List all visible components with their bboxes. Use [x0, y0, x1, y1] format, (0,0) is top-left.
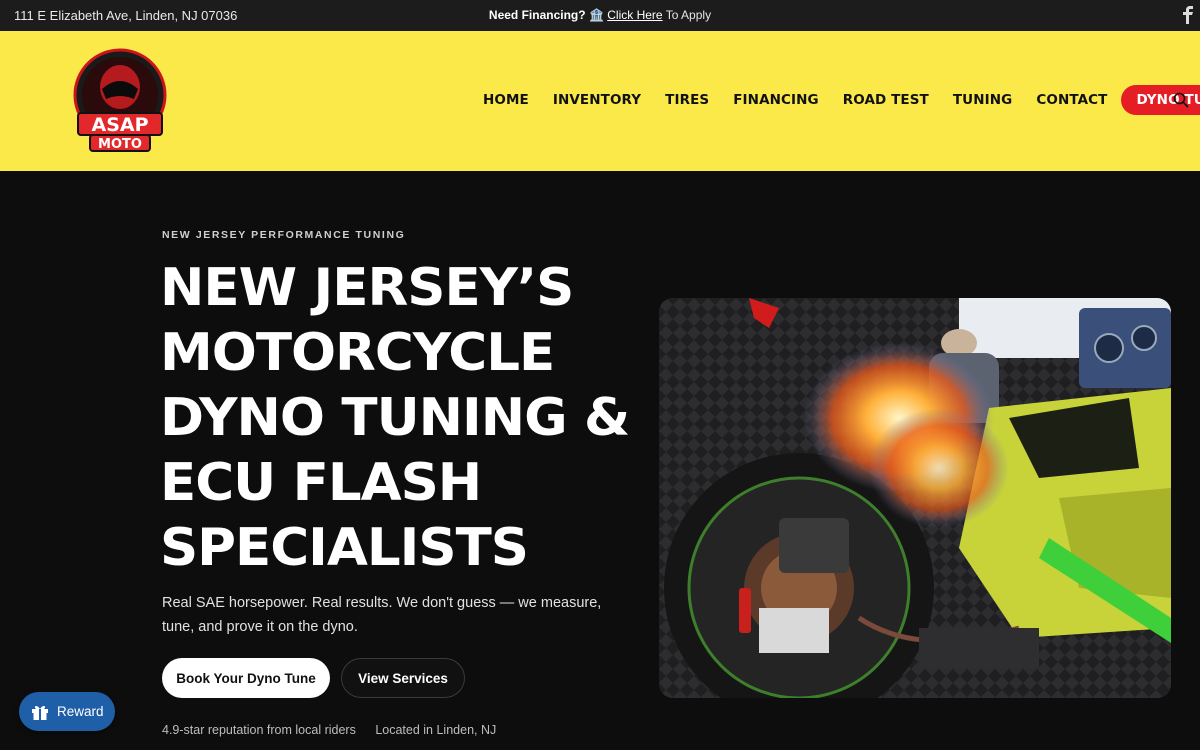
- bank-icon: 🏦: [588, 8, 604, 22]
- financing-link[interactable]: Click Here: [607, 8, 662, 22]
- nav-home[interactable]: HOME: [483, 92, 529, 108]
- main-navigation: HOME INVENTORY TIRES FINANCING ROAD TEST…: [483, 85, 1200, 115]
- hero-section: NEW JERSEY PERFORMANCE TUNING NEW JERSEY…: [0, 171, 1200, 750]
- facebook-icon[interactable]: [1182, 6, 1194, 24]
- nav-inventory[interactable]: INVENTORY: [553, 92, 641, 108]
- gift-icon: [31, 703, 49, 721]
- logo-text-asap: ASAP: [91, 114, 148, 136]
- trust-location: Located in Linden, NJ: [375, 723, 497, 737]
- asap-moto-logo[interactable]: ASAP MOTO: [72, 43, 168, 159]
- store-address: 111 E Elizabeth Ave, Linden, NJ 07036: [14, 8, 238, 23]
- site-header: ASAP MOTO HOME INVENTORY TIRES FINANCING…: [0, 31, 1200, 171]
- nav-road-test[interactable]: ROAD TEST: [843, 92, 929, 108]
- trust-rating: 4.9-star reputation from local riders: [162, 723, 356, 737]
- book-dyno-tune-button[interactable]: Book Your Dyno Tune: [162, 658, 330, 698]
- nav-financing[interactable]: FINANCING: [733, 92, 819, 108]
- reward-button[interactable]: Reward: [19, 692, 115, 731]
- promo-bold-text: Need Financing?: [488, 8, 586, 22]
- reward-label: Reward: [57, 704, 104, 719]
- nav-tires[interactable]: TIRES: [665, 92, 709, 108]
- announcement-bar: 111 E Elizabeth Ave, Linden, NJ 07036 Ne…: [0, 0, 1200, 31]
- hero-subtext: Real SAE horsepower. Real results. We do…: [162, 595, 602, 635]
- search-icon[interactable]: [1173, 92, 1189, 108]
- hero-headline: NEW JERSEY’S MOTORCYCLE DYNO TUNING & EC…: [160, 258, 630, 578]
- nav-tuning[interactable]: TUNING: [953, 92, 1012, 108]
- promo-tail-text: To Apply: [665, 8, 712, 22]
- logo-text-moto: MOTO: [98, 137, 142, 152]
- nav-contact[interactable]: CONTACT: [1036, 92, 1107, 108]
- view-services-button[interactable]: View Services: [341, 658, 465, 698]
- hero-eyebrow: NEW JERSEY PERFORMANCE TUNING: [162, 229, 406, 241]
- trust-line: 4.9-star reputation from local riders Lo…: [162, 723, 496, 737]
- dyno-motorcycle-photo: [659, 298, 1171, 698]
